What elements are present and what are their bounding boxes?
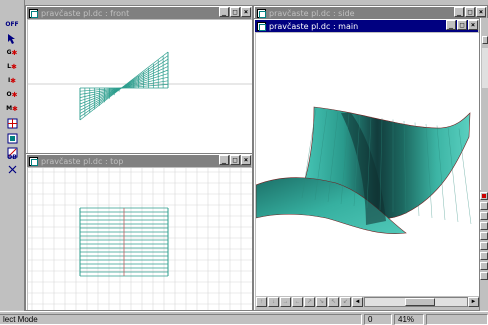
status-zoom: 41% [394, 314, 424, 325]
front-mesh [79, 51, 169, 121]
maximize-button[interactable]: □ [457, 20, 467, 30]
top-window-buttons: _ □ × [218, 155, 251, 165]
m-transform-icon[interactable]: M ✱ [3, 101, 21, 116]
mesh-line [79, 51, 169, 121]
nav-sw-button[interactable]: ↙ [340, 297, 351, 307]
status-empty [426, 314, 488, 325]
front-window-buttons: _ □ × [218, 7, 251, 17]
front-title: pravčaste pl.dc : front [41, 8, 130, 18]
tool-icon[interactable] [480, 262, 488, 270]
right-scrollbar[interactable] [480, 18, 488, 190]
pattern-icon[interactable] [480, 202, 488, 210]
close-button[interactable]: × [476, 7, 486, 17]
document-icon [29, 8, 38, 18]
status-mode: lect Mode [0, 314, 362, 325]
scroll-right-button[interactable]: ► [468, 297, 479, 307]
g-transform-icon[interactable]: G ✱ [3, 45, 21, 60]
pointer-icon[interactable] [3, 31, 21, 46]
i-transform-icon[interactable]: I ✱ [3, 73, 21, 88]
scroll-up-button[interactable] [482, 36, 488, 44]
maximize-button[interactable]: □ [465, 7, 475, 17]
nav-left-button[interactable]: ← [292, 297, 303, 307]
status-bar: lect Mode 0 41% [0, 311, 488, 325]
minimize-button[interactable]: _ [219, 7, 229, 17]
o-transform-icon[interactable]: O ✱ [3, 87, 21, 102]
close-button[interactable]: × [241, 155, 251, 165]
right-toolbar [480, 190, 488, 311]
front-viewport[interactable] [28, 20, 252, 156]
grid [28, 168, 252, 310]
document-icon [257, 8, 266, 18]
document-icon [257, 21, 266, 31]
nav-ne-button[interactable]: ↗ [304, 297, 315, 307]
box-icon[interactable] [3, 131, 21, 146]
front-window[interactable]: pravčaste pl.dc : front _ □ × [25, 5, 253, 157]
vscroll-track[interactable] [482, 48, 488, 88]
cut-icon[interactable] [3, 162, 21, 177]
document-icon [29, 156, 38, 166]
tool-icon[interactable] [480, 252, 488, 260]
left-toolbar: OFF G ✱ L ✱ I ✱ O ✱ M ✱ OB [0, 0, 25, 311]
top-view-drawing [28, 168, 252, 310]
color-icon[interactable] [480, 192, 488, 200]
maximize-button[interactable]: □ [230, 7, 240, 17]
nav-right-button[interactable]: → [280, 297, 291, 307]
maximize-button[interactable]: □ [230, 155, 240, 165]
top-title: pravčaste pl.dc : top [41, 156, 124, 166]
tool-icon[interactable] [480, 242, 488, 250]
horizontal-scrollbar[interactable] [364, 297, 468, 307]
front-view-drawing [28, 51, 252, 121]
main-title: pravčaste pl.dc : main [269, 21, 359, 31]
top-viewport[interactable] [28, 168, 252, 310]
tool-icon[interactable] [480, 212, 488, 220]
minimize-button[interactable]: _ [446, 20, 456, 30]
scroll-left-button[interactable]: ◄ [352, 297, 363, 307]
main-3d-surface [256, 106, 472, 234]
status-value: 0 [364, 314, 392, 325]
nav-se-button[interactable]: ↘ [316, 297, 327, 307]
off-label: OFF [5, 21, 19, 28]
tool-icon[interactable] [480, 222, 488, 230]
tool-icon[interactable] [480, 272, 488, 280]
ob-label: OB [7, 154, 17, 161]
nav-up-button[interactable]: ↑ [256, 297, 267, 307]
minimize-button[interactable]: _ [219, 155, 229, 165]
l-transform-icon[interactable]: L ✱ [3, 59, 21, 74]
side-window-buttons: _ □ × [453, 7, 486, 17]
minimize-button[interactable]: _ [454, 7, 464, 17]
side-title: pravčaste pl.dc : side [269, 8, 355, 18]
nav-down-button[interactable]: ↓ [268, 297, 279, 307]
top-window[interactable]: pravčaste pl.dc : top _ □ × [25, 153, 253, 311]
main-bottom-bar: ↑ ↓ → ← ↗ ↘ ↖ ↙ ◄ ► [256, 297, 479, 309]
close-button[interactable]: × [468, 20, 478, 30]
off-icon[interactable]: OFF [3, 17, 21, 32]
scroll-thumb[interactable] [405, 298, 435, 306]
close-button[interactable]: × [241, 7, 251, 17]
main-window[interactable]: pravčaste pl.dc : main _ □ × ↑ ↓ → ← ↗ ↘… [253, 18, 480, 311]
main-viewport[interactable] [256, 33, 479, 296]
tool-icon[interactable] [480, 232, 488, 240]
main-window-buttons: _ □ × [445, 20, 478, 30]
nav-nw-button[interactable]: ↖ [328, 297, 339, 307]
grid-icon[interactable] [3, 116, 21, 131]
